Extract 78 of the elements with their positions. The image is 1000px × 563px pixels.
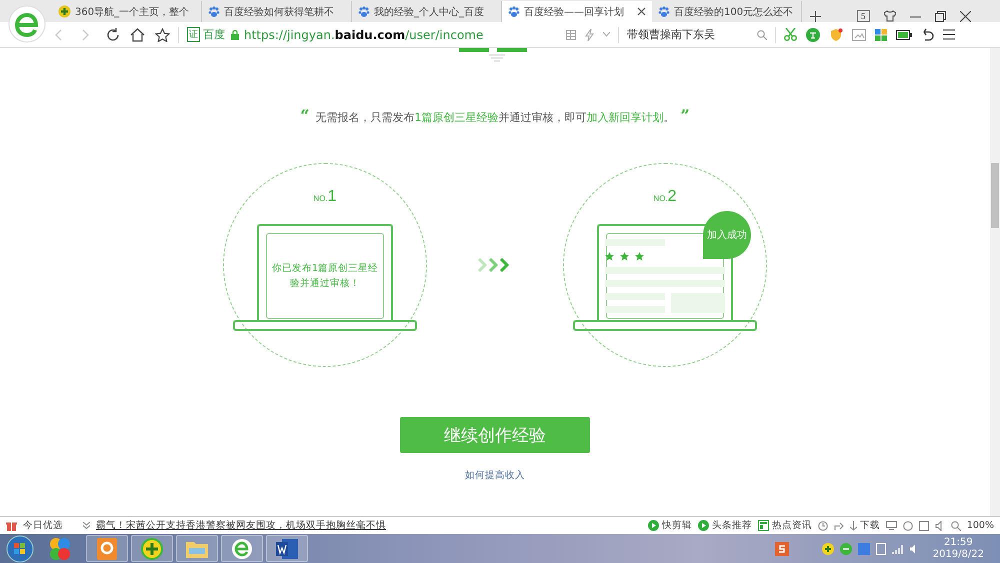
paw-icon — [658, 6, 670, 18]
caret-icon[interactable] — [603, 32, 610, 37]
play-icon — [698, 520, 709, 531]
news-headline[interactable]: 霸气！宋茜公开支持香港警察被网友围攻，机场双手抱胸丝毫不惧 — [96, 519, 386, 532]
battery-icon[interactable] — [896, 30, 912, 40]
plus-icon — [58, 5, 71, 18]
paw-icon — [508, 6, 520, 18]
new-tab-icon[interactable] — [810, 10, 821, 22]
close-icon[interactable] — [960, 10, 970, 22]
url-field[interactable]: https://jingyan.baidu.com/user/income — [244, 28, 560, 42]
device-tray-icon[interactable] — [876, 542, 886, 554]
status-item[interactable]: 快剪辑 — [648, 519, 692, 532]
pdf-app-icon[interactable] — [86, 535, 128, 562]
news-icon — [758, 520, 769, 531]
download-button[interactable]: 下载 — [850, 519, 880, 532]
placeholder-bar — [605, 306, 665, 313]
scissors-icon[interactable] — [784, 28, 797, 41]
window-icon[interactable] — [918, 520, 929, 530]
browser-tab[interactable]: 百度经验——回享计划 — [502, 1, 652, 22]
status-item[interactable]: 头条推荐 — [698, 519, 752, 532]
apps-icon[interactable] — [875, 28, 887, 40]
home-icon[interactable] — [130, 28, 145, 42]
chevron-icon[interactable] — [83, 522, 90, 529]
clock-date: 2019/8/22 — [932, 548, 984, 560]
scrollbar[interactable] — [990, 48, 1000, 516]
maximize-icon[interactable] — [934, 10, 946, 22]
star-icon[interactable] — [155, 28, 170, 42]
signal-icon[interactable] — [892, 544, 904, 554]
site-name: 百度 — [203, 27, 225, 42]
clock-time: 21:59 — [944, 536, 973, 548]
ime-icon[interactable] — [774, 542, 789, 556]
menu-icon[interactable] — [943, 29, 955, 40]
today-picks-label[interactable]: 今日优选 — [23, 519, 63, 532]
close-icon[interactable] — [637, 7, 646, 16]
step-number: NO.2 — [653, 188, 677, 206]
placeholder-bar — [605, 239, 665, 246]
quote-mark: “ — [300, 110, 310, 122]
undo-icon[interactable] — [921, 28, 934, 41]
lightning-icon[interactable] — [585, 28, 594, 40]
screen-icon[interactable] — [886, 521, 897, 530]
shirt-icon[interactable] — [884, 10, 896, 22]
tab-count[interactable]: 5 — [857, 10, 870, 22]
browser-tray-icon[interactable] — [840, 542, 852, 554]
status-item[interactable]: 热点资讯 — [758, 519, 812, 532]
intro-text: 无需报名，只需发布1篇原创三星经验并通过审核，即可加入新回享计划。 — [316, 110, 674, 125]
share-icon[interactable] — [834, 520, 844, 530]
security-app-icon[interactable] — [131, 535, 173, 562]
shield-icon[interactable] — [829, 28, 843, 42]
search-icon[interactable] — [757, 30, 767, 40]
paw-icon — [208, 6, 220, 18]
step-message: 你已发布1篇原创三星经验并通过审核！ — [270, 262, 380, 291]
play-icon — [648, 520, 659, 531]
quote-mark: ” — [680, 110, 690, 122]
zoom-level[interactable]: 100% — [966, 520, 994, 531]
word-app-icon[interactable] — [266, 535, 308, 562]
security-tray-icon[interactable] — [822, 542, 834, 554]
reload-icon[interactable] — [106, 28, 120, 42]
grid-icon[interactable] — [566, 30, 576, 40]
translate-icon[interactable] — [806, 28, 820, 42]
placeholder-bar — [605, 293, 665, 300]
start-button[interactable] — [6, 534, 34, 562]
paw-icon — [358, 6, 370, 18]
step-number: NO.1 — [313, 188, 337, 206]
success-badge: 加入成功 — [703, 211, 751, 259]
gift-icon — [6, 520, 17, 531]
star-icon — [620, 252, 629, 261]
placeholder-block — [671, 293, 725, 313]
zoom-icon[interactable] — [950, 520, 961, 530]
star-icon — [605, 252, 614, 261]
search-field[interactable]: 带领曹操南下东吴 — [627, 27, 767, 42]
folder-app-icon[interactable] — [176, 535, 218, 562]
download-icon — [850, 520, 857, 530]
income-link[interactable]: 如何提高收入 — [465, 469, 525, 482]
image-icon[interactable] — [852, 28, 866, 40]
verified-badge: 证 — [187, 27, 200, 42]
lock-icon — [231, 30, 239, 40]
star-icon — [635, 252, 644, 261]
clock-icon[interactable] — [818, 520, 828, 530]
